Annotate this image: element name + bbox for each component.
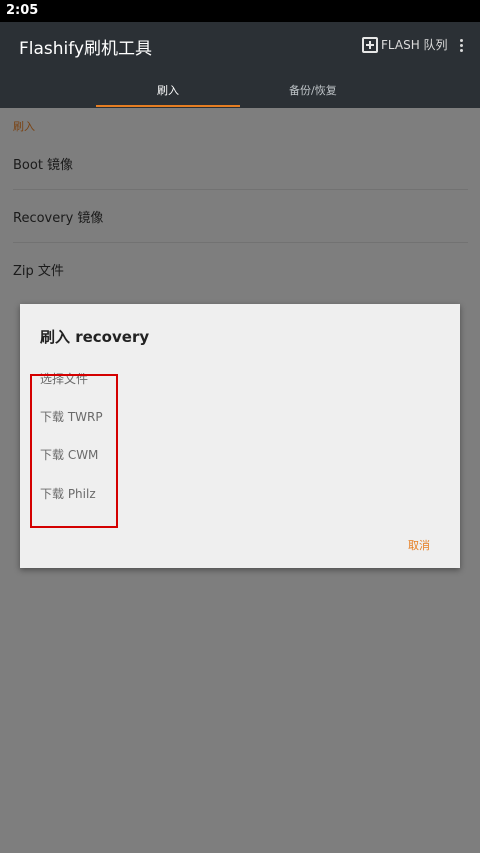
library-add-icon bbox=[362, 36, 378, 53]
status-bar: 2:05 bbox=[0, 0, 480, 22]
cancel-button[interactable]: 取消 bbox=[408, 537, 430, 553]
flash-queue-button[interactable]: FLASH 队列 bbox=[362, 36, 448, 53]
more-vert-icon[interactable] bbox=[455, 37, 467, 55]
dialog-title: 刷入 recovery bbox=[40, 328, 150, 346]
tab-flash[interactable]: 刷入 bbox=[157, 82, 179, 98]
flash-queue-label: FLASH 队列 bbox=[381, 38, 448, 52]
tab-backup-restore[interactable]: 备份/恢复 bbox=[289, 82, 337, 98]
tab-bar: 刷入 备份/恢复 bbox=[0, 78, 480, 108]
status-time: 2:05 bbox=[6, 3, 39, 18]
active-tab-indicator bbox=[96, 105, 240, 107]
annotation-highlight-box bbox=[30, 374, 118, 528]
app-bar: Flashify刷机工具 FLASH 队列 刷入 备份/恢复 bbox=[0, 22, 480, 108]
app-title: Flashify刷机工具 bbox=[19, 39, 153, 59]
flash-recovery-dialog: 刷入 recovery 选择文件 下载 TWRP 下载 CWM 下载 Philz… bbox=[20, 304, 460, 568]
